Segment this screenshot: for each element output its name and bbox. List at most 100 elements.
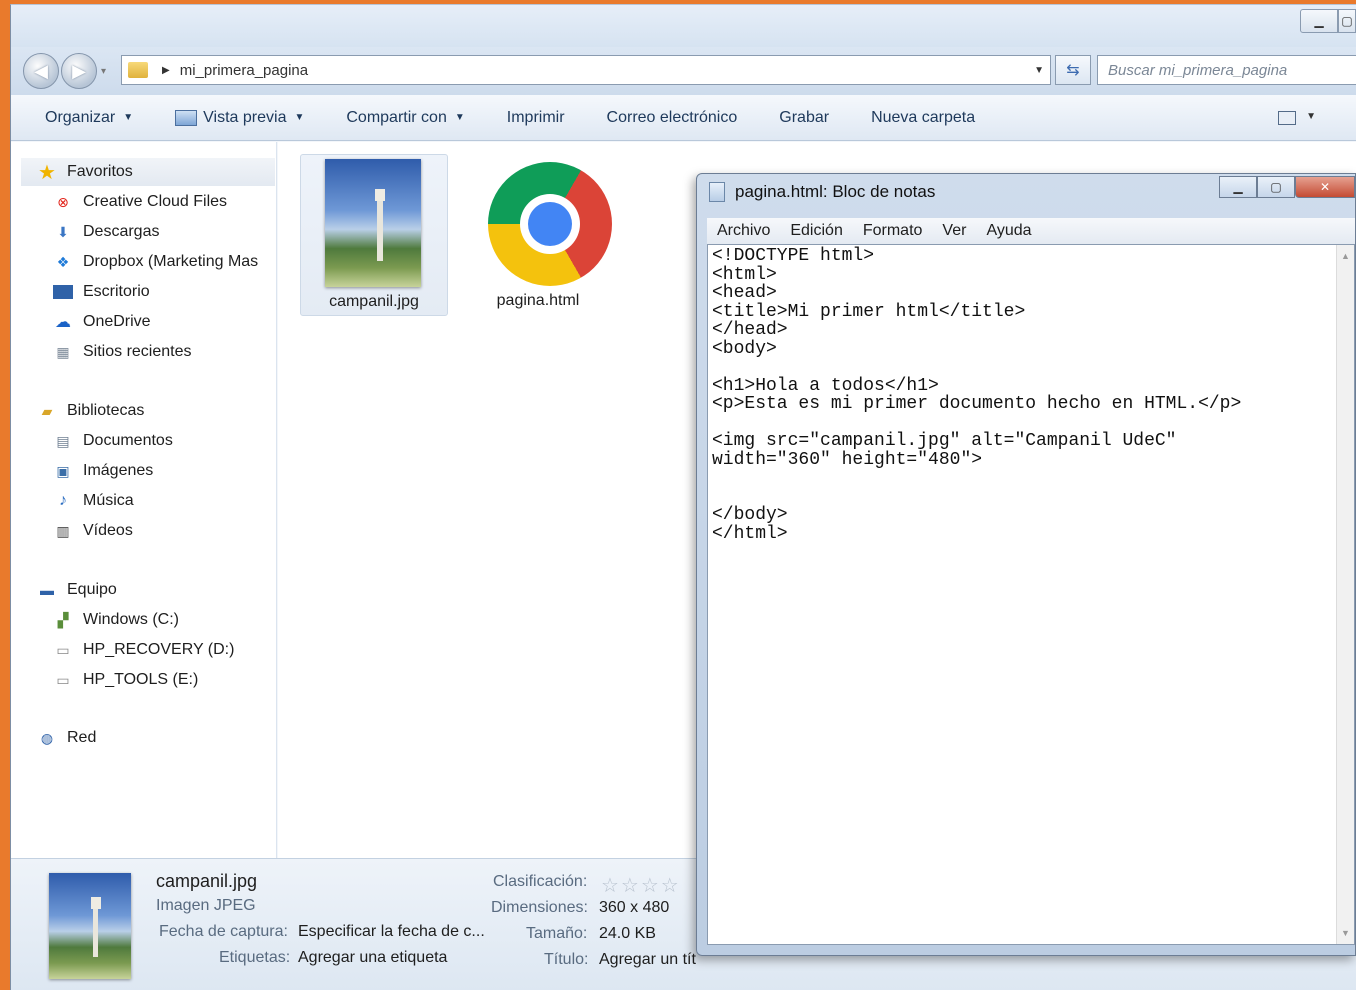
share-button[interactable]: Compartir con ▼ <box>346 109 464 127</box>
organize-button[interactable]: Organizar ▼ <box>45 109 133 127</box>
share-label: Compartir con <box>346 108 447 126</box>
refresh-icon: ⇆ <box>1066 62 1080 79</box>
forward-arrow-icon: ▶ <box>72 60 86 81</box>
nav-item-label: Vídeos <box>83 522 133 539</box>
downloads-icon: ⬇ <box>57 223 69 240</box>
file-item-campanil[interactable]: campanil.jpg <box>300 154 448 316</box>
details-date-value[interactable]: Especificar la fecha de c... <box>298 923 485 941</box>
nav-buttons: ◀ ▶ ▾ <box>23 53 106 89</box>
nav-item-creative-cloud[interactable]: ⊗ Creative Cloud Files <box>53 188 275 216</box>
back-arrow-icon: ◀ <box>34 60 48 81</box>
recent-pages-dropdown[interactable]: ▾ <box>101 66 106 77</box>
burn-label: Grabar <box>779 108 830 126</box>
breadcrumb-current-folder[interactable]: mi_primera_pagina <box>180 62 308 79</box>
computer-icon: ▬ <box>40 582 54 598</box>
address-bar[interactable]: ▶ mi_primera_pagina ▼ <box>121 55 1051 85</box>
notepad-icon <box>709 182 725 202</box>
nav-item-onedrive[interactable]: ☁ OneDrive <box>53 308 275 336</box>
burn-button[interactable]: Grabar <box>779 109 829 127</box>
star-icon: ★ <box>38 161 56 184</box>
nav-favorites-label: Favoritos <box>67 163 133 180</box>
nav-item-drive-c[interactable]: ▞ Windows (C:) <box>53 606 275 634</box>
details-size-label: Tamaño: <box>526 925 588 942</box>
preview-icon <box>175 109 198 126</box>
breadcrumb-arrow-icon[interactable]: ▶ <box>162 65 170 76</box>
email-button[interactable]: Correo electrónico <box>607 109 738 127</box>
nav-computer[interactable]: ▬ Equipo <box>21 576 275 604</box>
email-label: Correo electrónico <box>606 108 738 126</box>
address-dropdown-icon[interactable]: ▼ <box>1034 65 1044 76</box>
chrome-icon <box>488 162 612 286</box>
notepad-editor[interactable]: <!DOCTYPE html> <html> <head> <title>Mi … <box>707 244 1355 945</box>
desktop-icon <box>53 285 73 299</box>
scroll-down-icon[interactable]: ▼ <box>1341 928 1350 938</box>
refresh-button[interactable]: ⇆ <box>1055 55 1091 85</box>
document-icon: ▤ <box>56 432 70 449</box>
cloud-icon: ☁ <box>55 314 71 331</box>
organize-label: Organizar <box>45 108 116 126</box>
details-title-value[interactable]: Agregar un tít <box>599 951 696 969</box>
file-name: pagina.html <box>496 292 580 309</box>
nav-libraries-label: Bibliotecas <box>67 402 145 419</box>
file-item-pagina[interactable]: pagina.html <box>464 154 612 316</box>
windows-drive-icon: ▞ <box>57 611 69 628</box>
nav-favorites[interactable]: ★ Favoritos <box>21 158 275 186</box>
nav-item-label: Escritorio <box>83 283 150 300</box>
nav-item-music[interactable]: ♪ Música <box>53 487 275 515</box>
nav-item-drive-e[interactable]: ▭ HP_TOOLS (E:) <box>53 666 275 694</box>
navigation-pane: ★ Favoritos ⊗ Creative Cloud Files ⬇ Des… <box>11 142 277 858</box>
preview-label: Vista previa <box>203 108 287 126</box>
details-file-name: campanil.jpg <box>156 871 258 891</box>
notepad-minimize-button[interactable]: ▁ <box>1219 176 1257 198</box>
menu-format[interactable]: Formato <box>863 222 923 240</box>
maximize-button[interactable]: ▢ <box>1338 9 1356 33</box>
view-options-dropdown[interactable]: ▼ <box>1306 111 1316 122</box>
folder-icon <box>128 62 148 78</box>
notepad-window: pagina.html: Bloc de notas ▁ ▢ ✕ Archivo… <box>696 173 1356 956</box>
minimize-button[interactable]: ▁ <box>1300 9 1338 33</box>
notepad-window-controls: ▁ ▢ ✕ <box>1219 176 1355 198</box>
notepad-text[interactable]: <!DOCTYPE html> <html> <head> <title>Mi … <box>712 247 1241 543</box>
back-button[interactable]: ◀ <box>23 53 59 89</box>
menu-help[interactable]: Ayuda <box>986 222 1031 240</box>
scroll-up-icon[interactable]: ▲ <box>1341 251 1350 261</box>
nav-item-desktop[interactable]: Escritorio <box>53 278 275 306</box>
nav-item-dropbox[interactable]: ❖ Dropbox (Marketing Mas <box>53 248 275 276</box>
drive-icon: ▭ <box>56 641 70 658</box>
notepad-close-button[interactable]: ✕ <box>1295 176 1355 198</box>
notepad-maximize-button[interactable]: ▢ <box>1257 176 1295 198</box>
forward-button[interactable]: ▶ <box>61 53 97 89</box>
nav-item-label: Creative Cloud Files <box>83 193 228 210</box>
nav-item-label: Dropbox (Marketing Mas <box>83 253 259 270</box>
nav-network[interactable]: ◍ Red <box>21 724 275 752</box>
details-rating-label: Clasificación: <box>493 873 588 890</box>
menu-file[interactable]: Archivo <box>717 222 770 240</box>
images-icon: ▣ <box>56 462 70 479</box>
nav-item-documents[interactable]: ▤ Documentos <box>53 427 275 455</box>
nav-item-images[interactable]: ▣ Imágenes <box>53 457 275 485</box>
details-tags-value[interactable]: Agregar una etiqueta <box>298 949 447 967</box>
address-row: ◀ ▶ ▾ ▶ mi_primera_pagina ▼ ⇆ Buscar mi_… <box>11 47 1356 95</box>
nav-item-recent[interactable]: ▦ Sitios recientes <box>53 338 275 366</box>
nav-network-label: Red <box>67 729 97 746</box>
change-view-icon[interactable] <box>1278 111 1296 125</box>
nav-item-videos[interactable]: ▥ Vídeos <box>53 517 275 545</box>
nav-item-downloads[interactable]: ⬇ Descargas <box>53 218 275 246</box>
nav-item-drive-d[interactable]: ▭ HP_RECOVERY (D:) <box>53 636 275 664</box>
menu-view[interactable]: Ver <box>942 222 966 240</box>
recent-places-icon: ▦ <box>56 343 70 360</box>
file-name: campanil.jpg <box>329 293 419 310</box>
vertical-scrollbar[interactable]: ▲ ▼ <box>1336 245 1354 944</box>
nav-item-label: Descargas <box>83 223 160 240</box>
preview-button[interactable]: Vista previa ▼ <box>175 109 304 127</box>
print-button[interactable]: Imprimir <box>507 109 565 127</box>
search-input[interactable]: Buscar mi_primera_pagina <box>1097 55 1356 85</box>
new-folder-button[interactable]: Nueva carpeta <box>871 109 975 127</box>
menu-edit[interactable]: Edición <box>790 222 842 240</box>
rating-stars[interactable]: ☆☆☆☆ <box>601 873 681 898</box>
details-tags-label: Etiquetas: <box>219 949 291 966</box>
new-folder-label: Nueva carpeta <box>871 108 976 126</box>
notepad-menubar: Archivo Edición Formato Ver Ayuda <box>707 218 1355 244</box>
nav-libraries[interactable]: ▰ Bibliotecas <box>21 397 275 425</box>
details-size-value: 24.0 KB <box>599 925 656 942</box>
